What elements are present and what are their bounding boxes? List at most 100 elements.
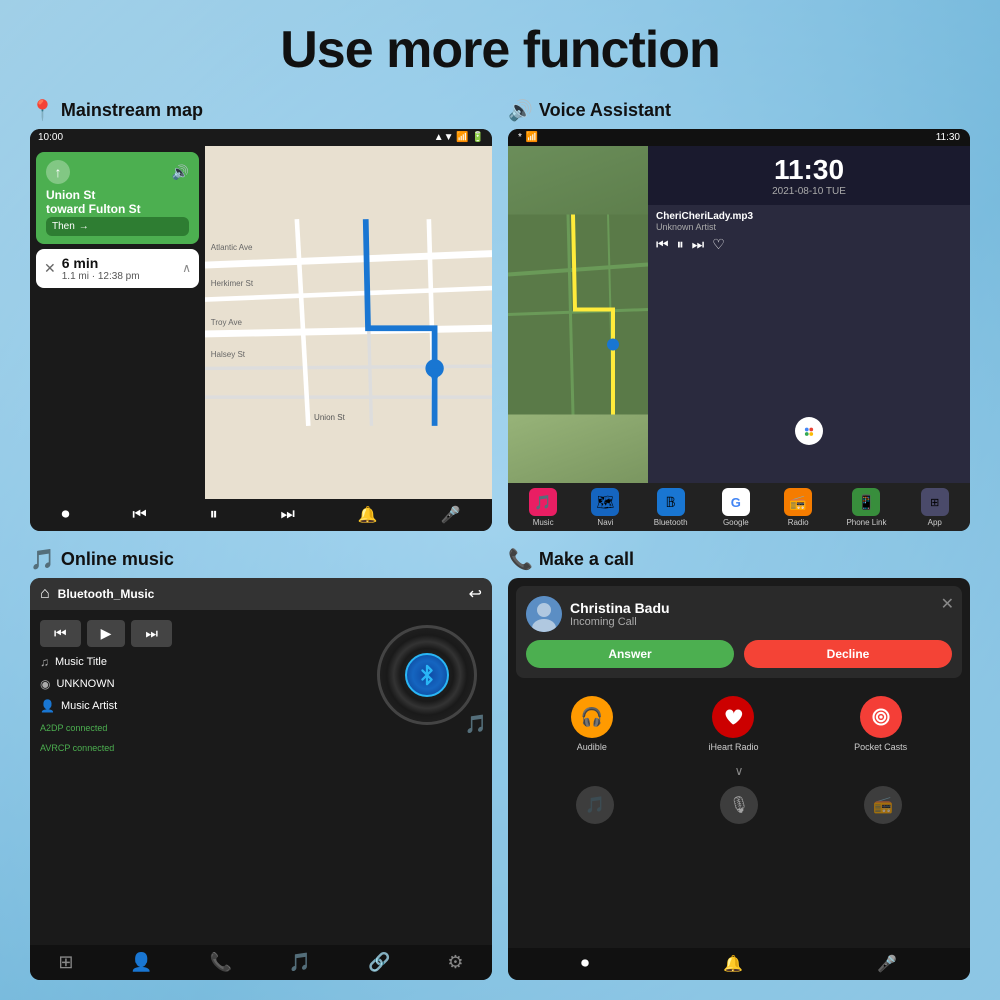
nav-card: ↑ 🔊 Union St toward Fulton St Then →: [36, 152, 199, 244]
map-btn-next[interactable]: ⏭: [281, 506, 295, 524]
music-controls-row: ⏮ ▶ ⏭: [40, 620, 362, 647]
map-btn-pause[interactable]: ⏸: [210, 506, 218, 524]
call-apps-grid: 🎧 Audible iHeart Radio Pocket Casts: [508, 686, 970, 762]
music-artist-row: ◉ UNKNOWN: [40, 677, 362, 691]
music-link-btn[interactable]: 🔗: [368, 952, 390, 973]
music-back-icon[interactable]: ↩: [469, 584, 482, 604]
music-left: ⏮ ▶ ⏭ ♫ Music Title ◉ UNKNOWN: [40, 620, 362, 935]
map-icon: 📍: [30, 98, 55, 123]
voice-clock-area: 11:30 2021-08-10 TUE: [648, 146, 970, 205]
nav-eta: ✕ 6 min 1.1 mi · 12:38 pm ∧: [36, 249, 199, 288]
music-person-row: 👤 Music Artist: [40, 699, 362, 713]
nav-street: Union St: [46, 188, 189, 202]
caller-avatar: [526, 596, 562, 632]
decline-button[interactable]: Decline: [744, 640, 952, 668]
music-a2dp-status: A2DP connected: [40, 723, 362, 733]
map-visual: Atlantic Ave Herkimer St Troy Ave Halsey…: [205, 146, 492, 499]
music-circle-icon: ◉: [40, 677, 50, 691]
nav-eta-time: 6 min: [62, 255, 176, 271]
music-prev-btn[interactable]: ⏮: [40, 620, 81, 647]
call-bottom-circle[interactable]: ⏺: [581, 955, 589, 973]
music-bottom-nav: ⊞ 👤 📞 🎵 🔗 ⚙: [30, 945, 492, 980]
voice-music-artist: Unknown Artist: [656, 222, 962, 232]
map-bottom-bar: ⏺ ⏮ ⏸ ⏭ 🔔 🎤: [30, 499, 492, 531]
nav-eta-close[interactable]: ✕: [44, 260, 56, 277]
map-content: ↑ 🔊 Union St toward Fulton St Then → ✕: [30, 146, 492, 499]
voice-main: 11:30 2021-08-10 TUE CheriCheriLady.mp3 …: [508, 146, 970, 483]
music-avrcp-status: AVRCP connected: [40, 743, 362, 753]
voice-music-title: CheriCheriLady.mp3: [656, 211, 962, 222]
panels-grid: 📍 Mainstream map 10:00 ▲▼ 📶 🔋 ↑ 🔊: [30, 98, 970, 980]
call-app-iheart[interactable]: iHeart Radio: [708, 696, 758, 752]
call-incoming-card: Christina Badu Incoming Call ✕ Answer De…: [516, 586, 962, 678]
music-vinyl: 🎵: [372, 620, 482, 730]
map-screen: 10:00 ▲▼ 📶 🔋 ↑ 🔊 Union St toward Fulton …: [30, 129, 492, 531]
voice-app-phonelink[interactable]: 📱 Phone Link: [846, 488, 886, 527]
voice-prev-btn[interactable]: ⏮: [656, 236, 669, 253]
music-home-icon[interactable]: ⌂: [40, 585, 50, 603]
music-person-icon: 👤: [40, 699, 55, 713]
google-assistant-dot[interactable]: [795, 417, 823, 445]
map-sidebar: ↑ 🔊 Union St toward Fulton St Then → ✕: [30, 146, 205, 499]
svg-text:Herkimer St: Herkimer St: [211, 279, 254, 288]
main-container: Use more function 📍 Mainstream map 10:00…: [0, 0, 1000, 1000]
svg-text:Atlantic Ave: Atlantic Ave: [211, 243, 253, 252]
voice-app-apps[interactable]: ⊞ App: [921, 488, 949, 527]
panel4-label: 📞 Make a call: [508, 547, 970, 572]
panel-voice-assistant: 🔊 Voice Assistant * 📶 11:30: [508, 98, 970, 531]
voice-date: 2021-08-10 TUE: [658, 186, 960, 197]
answer-button[interactable]: Answer: [526, 640, 734, 668]
voice-next-btn[interactable]: ⏭: [692, 236, 705, 253]
music-next-btn[interactable]: ⏭: [131, 620, 172, 647]
call-screen: Christina Badu Incoming Call ✕ Answer De…: [508, 578, 970, 980]
voice-map-inner: [508, 146, 648, 483]
music-phone-btn[interactable]: 📞: [210, 952, 232, 973]
call-bottom-mic[interactable]: 🎤: [877, 954, 897, 974]
voice-app-radio[interactable]: 📻 Radio: [784, 488, 812, 527]
map-btn-bell[interactable]: 🔔: [358, 505, 378, 525]
music-track-row: ♫ Music Title: [40, 655, 362, 669]
call-bottom-bell[interactable]: 🔔: [723, 954, 743, 974]
call-app-audible[interactable]: 🎧 Audible: [571, 696, 613, 752]
call-more-app-3: 📻: [864, 786, 902, 824]
map-btn-prev[interactable]: ⏮: [132, 506, 146, 524]
nav-arrow-up: ↑: [46, 160, 70, 184]
music-settings-btn[interactable]: ⚙: [447, 952, 463, 973]
nav-eta-dist: 1.1 mi · 12:38 pm: [62, 271, 176, 282]
vinyl-center-bt: [405, 653, 449, 697]
nav-card-header: ↑ 🔊: [46, 160, 189, 184]
music-note-nav-btn[interactable]: 🎵: [289, 952, 311, 973]
music-screen: ⌂ Bluetooth_Music ↩ ⏮ ▶ ⏭ ♫ Music Title: [30, 578, 492, 980]
call-more-app-1: 🎵: [576, 786, 614, 824]
volume-icon: 🔊: [172, 164, 189, 181]
voice-pause-btn[interactable]: ⏸: [677, 236, 684, 253]
call-more-app-2: 🎙: [720, 786, 758, 824]
call-app-pocketcasts[interactable]: Pocket Casts: [854, 696, 907, 752]
svg-text:Troy Ave: Troy Ave: [211, 318, 243, 327]
music-label-icon: 🎵: [30, 547, 55, 572]
caller-status: Incoming Call: [570, 616, 670, 628]
nav-eta-chevron: ∧: [182, 261, 191, 275]
vinyl-note-icon: 🎵: [465, 714, 487, 735]
panel1-label: 📍 Mainstream map: [30, 98, 492, 123]
call-caller-info: Christina Badu Incoming Call: [526, 596, 952, 632]
voice-app-google[interactable]: G Google: [722, 488, 750, 527]
voice-app-music[interactable]: 🎵 Music: [529, 488, 557, 527]
map-btn-mic[interactable]: 🎤: [441, 505, 461, 525]
music-play-btn[interactable]: ▶: [87, 620, 126, 647]
music-content: ⏮ ▶ ⏭ ♫ Music Title ◉ UNKNOWN: [30, 610, 492, 945]
page-title: Use more function: [30, 20, 970, 80]
voice-label-icon: 🔊: [508, 98, 533, 123]
voice-map: [508, 146, 648, 483]
voice-app-navi[interactable]: 🗺 Navi: [591, 488, 619, 527]
voice-right: 11:30 2021-08-10 TUE CheriCheriLady.mp3 …: [648, 146, 970, 483]
vinyl-disc: [377, 625, 477, 725]
call-close-btn[interactable]: ✕: [941, 594, 954, 614]
voice-music-controls: ⏮ ⏸ ⏭ ♡: [656, 236, 962, 253]
voice-heart-btn[interactable]: ♡: [712, 236, 725, 253]
music-grid-btn[interactable]: ⊞: [58, 952, 73, 973]
voice-app-bluetooth[interactable]: 𝔹 Bluetooth: [654, 488, 688, 527]
map-btn-circle[interactable]: ⏺: [61, 506, 69, 524]
music-note-icon: ♫: [40, 655, 49, 669]
music-contacts-btn[interactable]: 👤: [130, 952, 152, 973]
